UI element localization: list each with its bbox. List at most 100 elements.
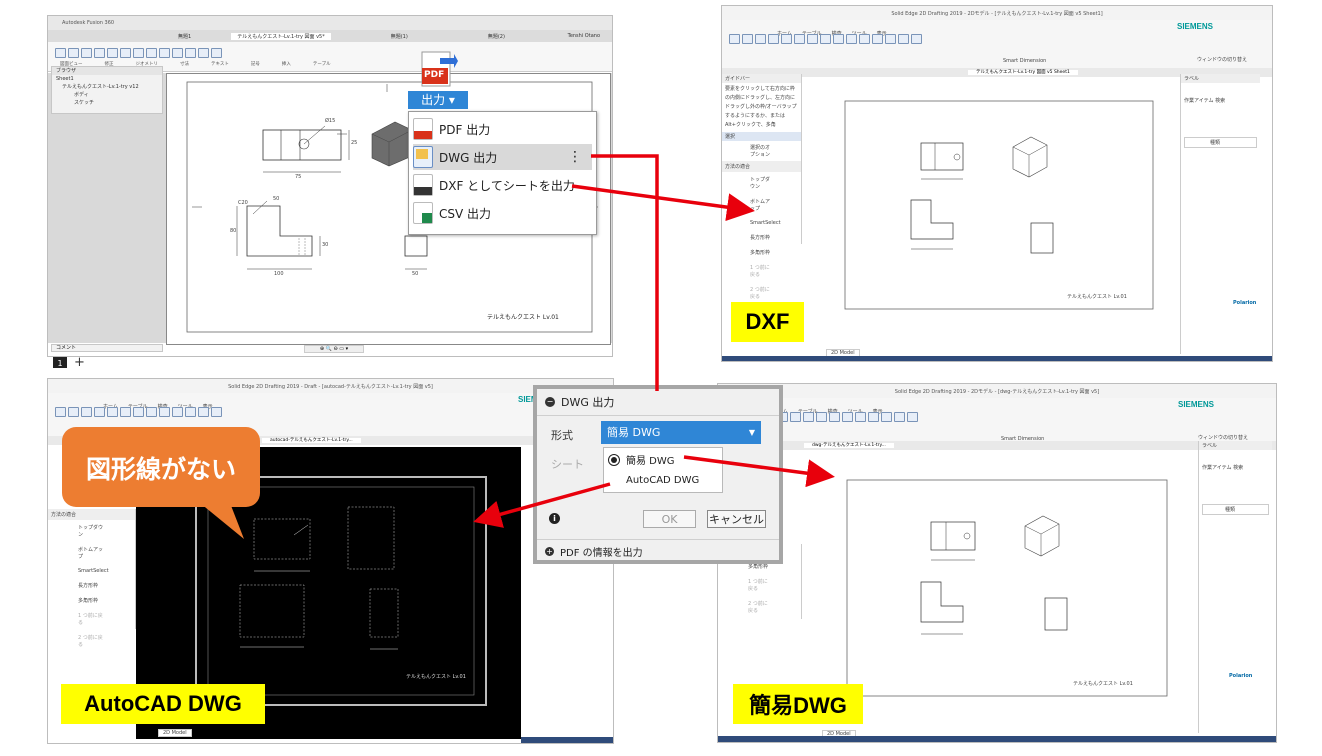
guide-item-back1[interactable]: 1 つ前に戻る — [48, 608, 135, 630]
note-icon[interactable] — [855, 412, 866, 422]
trim-icon[interactable] — [803, 412, 814, 422]
dim-icon[interactable] — [159, 407, 170, 417]
rotate-icon[interactable] — [107, 48, 118, 58]
view3-icon[interactable] — [81, 48, 92, 58]
guide-item-bottomup[interactable]: ボトムアップ — [48, 542, 135, 564]
guide-item-back2[interactable]: 2 つ前に戻る — [722, 282, 801, 304]
symbol-icon[interactable] — [172, 48, 183, 58]
line-icon[interactable] — [81, 407, 92, 417]
sheet-tab[interactable]: 1 — [53, 357, 67, 368]
se-dxf-doc-tab[interactable]: テルえもんクエスト-Lv.1-try 図面 v5 Sheet1 — [968, 70, 1078, 75]
dimension-icon[interactable] — [146, 48, 157, 58]
trim-icon[interactable] — [133, 407, 144, 417]
window-switch[interactable]: ウィンドウの切り替え — [1197, 56, 1247, 63]
line-icon[interactable] — [755, 34, 766, 44]
note-icon[interactable] — [859, 34, 870, 44]
style-icon[interactable] — [911, 34, 922, 44]
pdf-info-row[interactable]: + PDF の情報を出力 — [537, 542, 779, 560]
smart-dimension-label[interactable]: Smart Dimension — [1003, 58, 1046, 64]
block-icon[interactable] — [872, 34, 883, 44]
arc-icon[interactable] — [94, 407, 105, 417]
tab-4[interactable]: 無題(2) — [488, 33, 505, 40]
fillet-icon[interactable] — [146, 407, 157, 417]
circle-icon[interactable] — [133, 48, 144, 58]
guide-select[interactable]: 選択 — [722, 132, 801, 141]
format-select[interactable]: 簡易 DWG ▼ — [601, 421, 761, 444]
paste-icon[interactable] — [729, 34, 740, 44]
se-acad-status-tab[interactable]: 2D Model — [158, 729, 192, 737]
text-icon[interactable] — [172, 407, 183, 417]
option-autocad-dwg[interactable]: AutoCAD DWG — [626, 475, 699, 486]
nav-toolbar[interactable]: ⊕ 🔍 ⊖ ▭ ▾ — [304, 345, 364, 353]
text-icon[interactable] — [159, 48, 170, 58]
tab-1[interactable]: 無題1 — [178, 33, 191, 40]
style-icon[interactable] — [907, 412, 918, 422]
dim-icon[interactable] — [833, 34, 844, 44]
balloon-icon[interactable] — [211, 48, 222, 58]
menu-pdf-output[interactable]: PDF 出力 — [413, 116, 592, 142]
window-switch[interactable]: ウィンドウの切り替え — [1198, 434, 1248, 441]
ok-button[interactable]: OK — [643, 510, 696, 528]
guide-item-rect[interactable]: 長方形枠 — [48, 578, 135, 593]
guide-item-back2[interactable]: 2 つ前に戻る — [48, 630, 135, 652]
tree-model[interactable]: テルえもんクエスト-Lv.1-try v12 — [52, 83, 162, 91]
guide-item-poly[interactable]: 多角形枠 — [48, 593, 135, 608]
block-icon[interactable] — [198, 407, 209, 417]
table-icon[interactable] — [885, 34, 896, 44]
add-sheet-button[interactable]: + — [74, 355, 85, 370]
menu-csv-output[interactable]: CSV 出力 — [413, 200, 592, 226]
circle-icon[interactable] — [107, 407, 118, 417]
se-simple-doc-tab[interactable]: dwg-テルえもんクエスト-Lv.1-try... — [804, 443, 894, 448]
collapse-icon[interactable]: − — [545, 397, 555, 407]
guide-options[interactable]: 選択のオプション — [722, 141, 801, 161]
option-simple-dwg[interactable]: 簡易 DWG — [608, 452, 675, 467]
tree-sketch[interactable]: スケッチ — [52, 99, 162, 107]
cancel-button[interactable]: キャンセル — [707, 510, 766, 528]
table-icon[interactable] — [198, 48, 209, 58]
fillet-icon[interactable] — [816, 412, 827, 422]
line-icon[interactable] — [120, 48, 131, 58]
guide-item-back2[interactable]: 2 つ前に戻る — [718, 596, 801, 618]
rect-icon[interactable] — [794, 34, 805, 44]
guide-item-topdown[interactable]: トップダウン — [48, 520, 135, 542]
guide-item-bottomup[interactable]: ボトムアップ — [722, 194, 801, 216]
tab-3[interactable]: 無題(1) — [391, 33, 408, 40]
dim-icon[interactable] — [829, 412, 840, 422]
select-icon[interactable] — [742, 34, 753, 44]
menu-dwg-output[interactable]: DWG 出力 ⋮ — [413, 144, 592, 170]
move-icon[interactable] — [94, 48, 105, 58]
rect-icon[interactable] — [120, 407, 131, 417]
layer-icon[interactable] — [898, 34, 909, 44]
view2-icon[interactable] — [68, 48, 79, 58]
guide-item-back1[interactable]: 1 つ前に戻る — [718, 574, 801, 596]
trim-icon[interactable] — [807, 34, 818, 44]
view-icon[interactable] — [55, 48, 66, 58]
tree-body[interactable]: ボディ — [52, 91, 162, 99]
menu-dxf-output[interactable]: DXF としてシートを出力 — [413, 172, 592, 198]
output-button[interactable]: 出力 ▾ — [408, 91, 468, 109]
rect-icon[interactable] — [790, 412, 801, 422]
se-acad-doc-tab[interactable]: autocad-テルえもんクエスト-Lv.1-try... — [262, 438, 361, 443]
text-icon[interactable] — [842, 412, 853, 422]
circle-icon[interactable] — [781, 34, 792, 44]
arc-icon[interactable] — [768, 34, 779, 44]
se-dxf-canvas[interactable]: テルえもんクエスト Lv.01 — [803, 77, 1180, 349]
guide-item-poly[interactable]: 多角形枠 — [722, 245, 801, 260]
layer-icon[interactable] — [894, 412, 905, 422]
guide-item-back1[interactable]: 1 つ前に戻る — [722, 260, 801, 282]
fillet-icon[interactable] — [820, 34, 831, 44]
block-icon[interactable] — [868, 412, 879, 422]
note-icon[interactable] — [185, 407, 196, 417]
select-icon[interactable] — [68, 407, 79, 417]
guide-item-smartselect[interactable]: SmartSelect — [722, 216, 801, 230]
guide-item-topdown[interactable]: トップダウン — [722, 172, 801, 194]
text-icon[interactable] — [846, 34, 857, 44]
table-icon[interactable] — [211, 407, 222, 417]
image-icon[interactable] — [185, 48, 196, 58]
table-icon[interactable] — [881, 412, 892, 422]
tab-2[interactable]: テルえもんクエスト-Lv.1-try 図面 v5* — [231, 32, 331, 40]
paste-icon[interactable] — [55, 407, 66, 417]
user-name[interactable]: Tenshi Otano — [568, 33, 600, 39]
guide-item-rect[interactable]: 長方形枠 — [722, 230, 801, 245]
tree-sheet[interactable]: Sheet1 — [52, 75, 162, 83]
